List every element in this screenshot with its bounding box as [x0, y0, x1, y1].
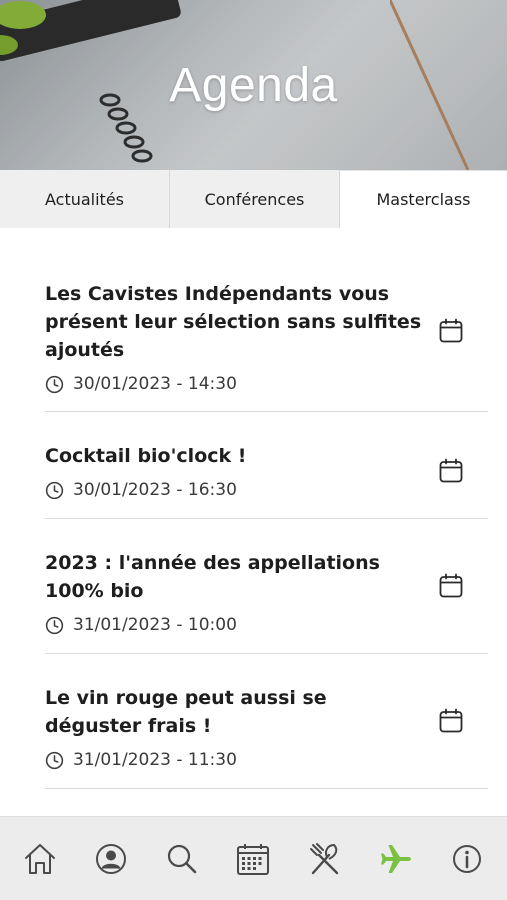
header-banner: Agenda	[0, 0, 507, 170]
event-datetime: 31/01/2023 - 10:00	[73, 615, 237, 635]
event-time: 31/01/2023 - 11:30	[45, 750, 428, 770]
event-item[interactable]: Cocktail bio'clock ! 30/01/2023 - 16:30	[45, 412, 488, 519]
event-time: 30/01/2023 - 14:30	[45, 374, 428, 394]
event-item[interactable]: Le vin rouge peut aussi se déguster frai…	[45, 654, 488, 789]
nav-info[interactable]	[447, 839, 487, 879]
event-title: Les Cavistes Indépendants vous présent l…	[45, 283, 422, 361]
event-title: 2023 : l'année des appellations 100% bio	[45, 552, 380, 602]
nav-restaurant[interactable]	[305, 839, 345, 879]
bottom-nav	[0, 816, 507, 900]
clock-icon	[45, 751, 64, 769]
event-item[interactable]: Les Cavistes Indépendants vous présent l…	[45, 228, 488, 412]
tab-bar: Actualités Conférences Masterclass	[0, 170, 507, 228]
calendar-icon	[237, 844, 270, 875]
add-to-calendar-icon[interactable]	[438, 458, 464, 484]
event-datetime: 31/01/2023 - 11:30	[73, 750, 237, 770]
nav-search[interactable]	[162, 839, 202, 879]
home-icon	[24, 844, 55, 874]
restaurant-icon	[309, 843, 338, 875]
add-to-calendar-icon[interactable]	[438, 318, 464, 344]
airplane-icon	[381, 845, 412, 873]
add-to-calendar-icon[interactable]	[438, 708, 464, 734]
clock-icon	[45, 375, 64, 393]
info-icon	[453, 845, 482, 873]
event-title: Cocktail bio'clock !	[45, 445, 247, 467]
tab-masterclass[interactable]: Masterclass	[340, 170, 507, 228]
event-title: Le vin rouge peut aussi se déguster frai…	[45, 687, 327, 737]
page-title: Agenda	[169, 59, 338, 112]
tab-conferences[interactable]: Conférences	[170, 170, 340, 228]
add-to-calendar-icon[interactable]	[438, 573, 464, 599]
event-time: 30/01/2023 - 16:30	[45, 480, 428, 500]
event-time: 31/01/2023 - 10:00	[45, 615, 428, 635]
event-list: Les Cavistes Indépendants vous présent l…	[45, 228, 488, 789]
event-datetime: 30/01/2023 - 16:30	[73, 480, 237, 500]
nav-agenda[interactable]	[233, 839, 273, 879]
event-item[interactable]: 2023 : l'année des appellations 100% bio…	[45, 519, 488, 654]
event-datetime: 30/01/2023 - 14:30	[73, 374, 237, 394]
clock-icon	[45, 481, 64, 499]
user-icon	[95, 844, 126, 874]
tab-actualites[interactable]: Actualités	[0, 170, 170, 228]
nav-home[interactable]	[20, 839, 60, 879]
clock-icon	[45, 616, 64, 634]
nav-profile[interactable]	[91, 839, 131, 879]
nav-travel[interactable]	[376, 839, 416, 879]
search-icon	[168, 844, 197, 874]
